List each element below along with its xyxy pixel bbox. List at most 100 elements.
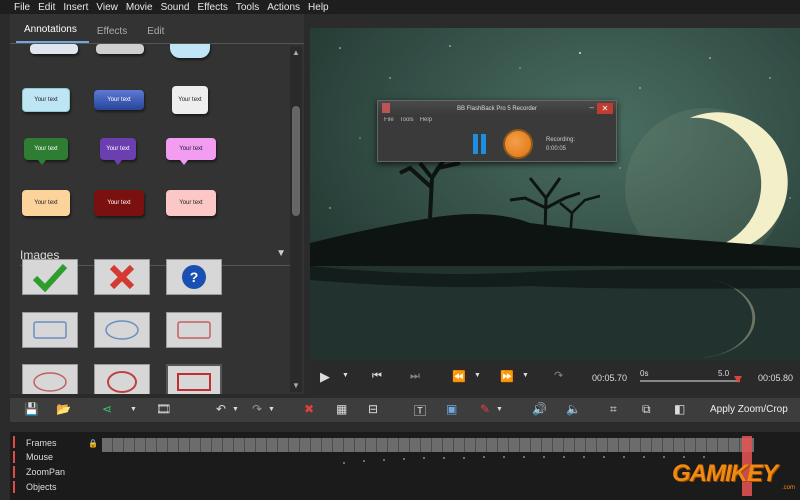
callout-item[interactable]: Your text <box>166 138 216 165</box>
menu-sound[interactable]: Sound <box>161 2 190 13</box>
track-label-mouse[interactable]: Mouse <box>26 452 53 462</box>
track-label-frames[interactable]: Frames <box>26 438 57 448</box>
mute-icon[interactable]: 🔈 <box>566 402 581 416</box>
image-tile-red-rectangle[interactable] <box>166 312 222 348</box>
undo-chevron-icon[interactable]: ▼ <box>232 406 239 413</box>
callout-item[interactable]: Your text <box>94 190 144 216</box>
menu-movie[interactable]: Movie <box>126 2 153 13</box>
image-tile-red-oval[interactable] <box>94 364 150 394</box>
recorder-window[interactable]: BB FlashBack Pro 5 Recorder – ✕ File Too… <box>377 100 617 162</box>
recorder-titlebar[interactable]: BB FlashBack Pro 5 Recorder – ✕ <box>378 101 616 117</box>
share-chevron-icon[interactable]: ▼ <box>130 406 137 413</box>
menu-effects[interactable]: Effects <box>197 2 227 13</box>
video-preview[interactable] <box>310 28 800 360</box>
tab-annotations[interactable]: Annotations <box>16 24 89 43</box>
track-label-objects[interactable]: Objects <box>26 482 57 492</box>
track-label-zoompan[interactable]: ZoomPan <box>26 467 65 477</box>
record-button[interactable] <box>503 129 533 159</box>
callout-text: Your text <box>107 97 131 103</box>
loop-icon[interactable]: ↷ <box>554 369 563 382</box>
callout-item[interactable]: Your text <box>166 190 216 216</box>
add-text-icon[interactable]: 🅃 <box>414 402 426 419</box>
export-video-icon[interactable]: 🎞 <box>156 402 171 416</box>
apply-zoom-crop-button[interactable]: Apply Zoom/Crop <box>710 404 788 415</box>
recorder-menu-file[interactable]: File <box>384 117 394 127</box>
crop-icon[interactable]: ⌗ <box>610 402 617 417</box>
watermark-suffix: .com <box>782 485 796 491</box>
menu-edit[interactable]: Edit <box>38 2 55 13</box>
menu-view[interactable]: View <box>96 2 118 13</box>
image-tile-cross[interactable] <box>94 259 150 295</box>
image-tile-red-box[interactable] <box>166 364 222 394</box>
callout-item[interactable]: Your text <box>94 90 144 110</box>
close-icon[interactable]: ✕ <box>597 103 613 114</box>
split-icon[interactable]: ⊟ <box>368 402 378 416</box>
callout-item[interactable]: Your text <box>100 138 136 165</box>
image-tile-ellipse[interactable] <box>94 312 150 348</box>
share-icon[interactable]: ⋖ <box>102 402 112 416</box>
current-time: 00:05.70 <box>592 373 628 383</box>
zoompan-track-marker <box>13 466 15 478</box>
frames-track[interactable] <box>102 438 754 452</box>
scroll-up-icon[interactable]: ▲ <box>292 48 300 57</box>
menu-tools[interactable]: Tools <box>236 2 259 13</box>
redo-chevron-icon[interactable]: ▼ <box>268 406 275 413</box>
undo-icon[interactable]: ↶ <box>216 402 226 416</box>
callout-text: Your text <box>106 146 130 152</box>
image-tile-question[interactable]: ? <box>166 259 222 295</box>
callout-item[interactable]: Your text <box>22 88 70 112</box>
open-folder-icon[interactable]: 📂 <box>56 402 71 416</box>
callout-item[interactable] <box>170 44 210 58</box>
play-icon[interactable]: ▶ <box>320 369 330 385</box>
menu-file[interactable]: File <box>14 2 30 13</box>
recorder-menu-tools[interactable]: Tools <box>400 117 414 127</box>
zoompan-icon[interactable]: ⧉ <box>642 402 651 417</box>
skip-to-end-icon[interactable]: ⏭ <box>410 370 420 383</box>
menu-actions[interactable]: Actions <box>267 2 300 13</box>
save-icon[interactable]: 💾 <box>24 402 39 416</box>
panel-scrollbar[interactable]: ▲ ▼ <box>290 46 302 392</box>
timeline-slider[interactable] <box>640 380 740 382</box>
add-sound-icon[interactable]: 🔊 <box>532 402 547 416</box>
scroll-down-icon[interactable]: ▼ <box>292 381 300 390</box>
scrollbar-thumb[interactable] <box>292 106 300 216</box>
chevron-down-icon[interactable]: ▼ <box>276 248 286 259</box>
highlight-icon[interactable]: ✎ <box>480 402 490 416</box>
skip-to-start-icon[interactable]: ⏮ <box>372 370 382 383</box>
previous-frame-icon[interactable]: ⏪ <box>452 370 466 383</box>
recorder-menu-help[interactable]: Help <box>420 117 432 127</box>
previous-frame-chevron-icon[interactable]: ▼ <box>474 372 481 379</box>
next-frame-chevron-icon[interactable]: ▼ <box>522 372 529 379</box>
resize-icon[interactable]: ◧ <box>674 402 685 416</box>
menu-help[interactable]: Help <box>308 2 329 13</box>
delete-icon[interactable]: ✖ <box>304 402 314 416</box>
pause-icon[interactable] <box>473 134 487 154</box>
callout-text: Your text <box>179 146 203 152</box>
lock-icon[interactable]: 🔒 <box>88 439 98 448</box>
slider-end-label: 5.0 <box>718 369 730 378</box>
timeline-slider-knob[interactable] <box>734 376 742 383</box>
add-image-icon[interactable]: ▣ <box>446 402 457 416</box>
tab-edit[interactable]: Edit <box>139 26 176 43</box>
image-tile-rectangle[interactable] <box>22 312 78 348</box>
watermark-logo: GAMIKEY <box>672 460 778 487</box>
callout-item[interactable]: Your text <box>22 190 70 216</box>
callout-item[interactable] <box>30 44 78 54</box>
menu-insert[interactable]: Insert <box>63 2 88 13</box>
callout-item[interactable]: Your text <box>24 138 68 165</box>
highlight-chevron-icon[interactable]: ▼ <box>496 406 503 413</box>
redo-icon[interactable]: ↷ <box>252 402 262 416</box>
next-frame-icon[interactable]: ⏩ <box>500 370 514 383</box>
edit-toolbar: 💾 📂 ⋖ ▼ 🎞 ↶ ▼ ↷ ▼ ✖ ▦ ⊟ 🅃 ▣ ✎ ▼ 🔊 🔈 ⌗ ⧉ … <box>10 398 800 422</box>
night-scene-image <box>310 28 800 360</box>
tab-effects[interactable]: Effects <box>89 26 139 43</box>
image-tile-check[interactable] <box>22 259 78 295</box>
red-rectangle-shape-icon <box>177 321 211 339</box>
play-options-chevron-icon[interactable]: ▼ <box>342 372 349 379</box>
callout-item[interactable]: Your text <box>172 86 208 114</box>
image-tile-red-ellipse[interactable] <box>22 364 78 394</box>
minimize-icon[interactable]: – <box>590 103 594 112</box>
red-oval-shape-icon <box>107 371 137 393</box>
insert-frames-icon[interactable]: ▦ <box>336 402 347 416</box>
callout-item[interactable] <box>96 44 144 54</box>
